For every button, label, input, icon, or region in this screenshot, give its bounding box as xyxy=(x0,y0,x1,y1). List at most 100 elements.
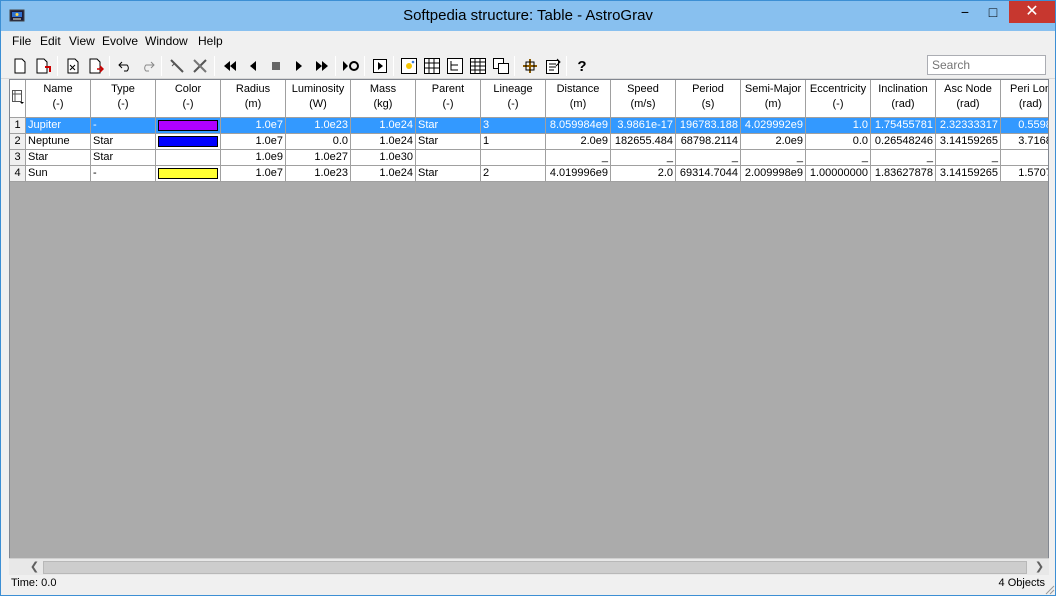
table-cell-lineage[interactable]: 1 xyxy=(481,134,546,150)
table-cell-eccentricity[interactable]: 1.00000000 xyxy=(806,166,871,182)
column-header-inclination[interactable]: Inclination (rad) xyxy=(871,80,936,118)
close-button[interactable]: ✕ xyxy=(1009,1,1055,23)
color-cell[interactable] xyxy=(156,134,221,150)
row-number[interactable]: 2 xyxy=(10,134,26,150)
table-cell-luminosity[interactable]: 1.0e23 xyxy=(286,166,351,182)
table-cell-parent[interactable]: Star xyxy=(416,166,481,182)
column-header-asc-node[interactable]: Asc Node (rad) xyxy=(936,80,1001,118)
table-cell-peri-lon[interactable]: 1.57079 xyxy=(1001,166,1048,182)
table-cell-speed[interactable]: _ xyxy=(611,150,676,166)
table-cell-luminosity[interactable]: 1.0e23 xyxy=(286,118,351,134)
table-cell-type[interactable]: - xyxy=(91,118,156,134)
help-icon[interactable]: ? xyxy=(572,56,592,76)
table-cell-peri-lon[interactable]: 3.71681 xyxy=(1001,134,1048,150)
rewind-icon[interactable] xyxy=(220,56,240,76)
table-cell-period[interactable]: _ xyxy=(676,150,741,166)
table-cell-parent[interactable] xyxy=(416,150,481,166)
table-cell-type[interactable]: Star xyxy=(91,134,156,150)
column-header-eccentricity[interactable]: Eccentricity (-) xyxy=(806,80,871,118)
table-cell-eccentricity[interactable]: _ xyxy=(806,150,871,166)
column-header-luminosity[interactable]: Luminosity (W) xyxy=(286,80,351,118)
table-cell-type[interactable]: - xyxy=(91,166,156,182)
table-cell-speed[interactable]: 3.9861e-17 xyxy=(611,118,676,134)
column-header-radius[interactable]: Radius (m) xyxy=(221,80,286,118)
column-header-name[interactable]: Name (-) xyxy=(26,80,91,118)
menu-view[interactable]: View xyxy=(69,34,95,48)
resize-grip-icon[interactable] xyxy=(1043,583,1055,595)
column-header-color[interactable]: Color (-) xyxy=(156,80,221,118)
table-cell-asc-node[interactable]: 3.14159265 xyxy=(936,166,1001,182)
export-icon[interactable] xyxy=(86,56,106,76)
color-cell[interactable] xyxy=(156,166,221,182)
table-cell-parent[interactable]: Star xyxy=(416,118,481,134)
table-cell-distance[interactable]: _ xyxy=(546,150,611,166)
table-cell-asc-node[interactable]: 2.32333317 xyxy=(936,118,1001,134)
table-cell-radius[interactable]: 1.0e7 xyxy=(221,118,286,134)
step-frame-icon[interactable] xyxy=(370,56,390,76)
table-cell-name[interactable]: Sun xyxy=(26,166,91,182)
scroll-right-icon[interactable]: ❯ xyxy=(1031,559,1048,576)
table-cell-mass[interactable]: 1.0e30 xyxy=(351,150,416,166)
table-cell-period[interactable]: 196783.188 xyxy=(676,118,741,134)
menu-window[interactable]: Window xyxy=(145,34,188,48)
color-cell[interactable] xyxy=(156,150,221,166)
table-cell-name[interactable]: Jupiter xyxy=(26,118,91,134)
column-header-speed[interactable]: Speed (m/s) xyxy=(611,80,676,118)
table-cell-parent[interactable]: Star xyxy=(416,134,481,150)
menu-help[interactable]: Help xyxy=(198,34,223,48)
table-cell-peri-lon[interactable]: _ xyxy=(1001,150,1048,166)
table-cell-semi-major[interactable]: 4.029992e9 xyxy=(741,118,806,134)
grid-icon[interactable] xyxy=(468,56,488,76)
menu-evolve[interactable]: Evolve xyxy=(102,34,138,48)
title-bar[interactable]: Softpedia structure: Table - AstroGrav −… xyxy=(1,1,1055,31)
data-table[interactable]: Name (-) Type (-) Color (-) Radius (m) Luminosit… xyxy=(9,79,1049,559)
play-icon[interactable] xyxy=(289,56,309,76)
column-header-type[interactable]: Type (-) xyxy=(91,80,156,118)
table-cell-lineage[interactable] xyxy=(481,150,546,166)
table-cell-asc-node[interactable]: _ xyxy=(936,150,1001,166)
column-header-parent[interactable]: Parent (-) xyxy=(416,80,481,118)
redo-icon[interactable] xyxy=(138,56,158,76)
step-back-icon[interactable] xyxy=(243,56,263,76)
column-header-distance[interactable]: Distance (m) xyxy=(546,80,611,118)
table-cell-speed[interactable]: 2.0 xyxy=(611,166,676,182)
table-cell-distance[interactable]: 8.059984e9 xyxy=(546,118,611,134)
orbit-view-icon[interactable] xyxy=(399,56,419,76)
table-cell-eccentricity[interactable]: 0.0 xyxy=(806,134,871,150)
minimize-button[interactable]: − xyxy=(951,1,979,23)
column-header-lineage[interactable]: Lineage (-) xyxy=(481,80,546,118)
column-header-semi-major[interactable]: Semi-Major (m) xyxy=(741,80,806,118)
column-header-peri-lon[interactable]: Peri Lon (rad) xyxy=(1001,80,1048,118)
stop-icon[interactable] xyxy=(266,56,286,76)
table-cell-type[interactable]: Star xyxy=(91,150,156,166)
maximize-button[interactable]: □ xyxy=(979,1,1007,23)
color-cell[interactable] xyxy=(156,118,221,134)
table-icon[interactable] xyxy=(422,56,442,76)
tree-icon[interactable] xyxy=(445,56,465,76)
wand-icon[interactable] xyxy=(167,56,187,76)
new-document-icon[interactable] xyxy=(10,56,30,76)
table-cell-distance[interactable]: 2.0e9 xyxy=(546,134,611,150)
table-cell-lineage[interactable]: 2 xyxy=(481,166,546,182)
new-document-red-icon[interactable] xyxy=(33,56,53,76)
table-cell-radius[interactable]: 1.0e9 xyxy=(221,150,286,166)
table-cell-inclination[interactable]: 0.26548246 xyxy=(871,134,936,150)
wand-off-icon[interactable] xyxy=(190,56,210,76)
table-cell-name[interactable]: Neptune xyxy=(26,134,91,150)
undo-icon[interactable] xyxy=(115,56,135,76)
row-number[interactable]: 1 xyxy=(10,118,26,134)
table-cell-distance[interactable]: 4.019996e9 xyxy=(546,166,611,182)
table-cell-inclination[interactable]: 1.75455781 xyxy=(871,118,936,134)
row-number[interactable]: 3 xyxy=(10,150,26,166)
scroll-thumb[interactable] xyxy=(43,561,1027,574)
menu-file[interactable]: File xyxy=(12,34,31,48)
windows-icon[interactable] xyxy=(491,56,511,76)
table-cell-asc-node[interactable]: 3.14159265 xyxy=(936,134,1001,150)
record-icon[interactable] xyxy=(341,56,361,76)
table-cell-peri-lon[interactable]: 0.55980 xyxy=(1001,118,1048,134)
table-cell-semi-major[interactable]: 2.0e9 xyxy=(741,134,806,150)
table-cell-semi-major[interactable]: 2.009998e9 xyxy=(741,166,806,182)
table-cell-period[interactable]: 68798.2114 xyxy=(676,134,741,150)
column-header-period[interactable]: Period (s) xyxy=(676,80,741,118)
table-cell-luminosity[interactable]: 0.0 xyxy=(286,134,351,150)
